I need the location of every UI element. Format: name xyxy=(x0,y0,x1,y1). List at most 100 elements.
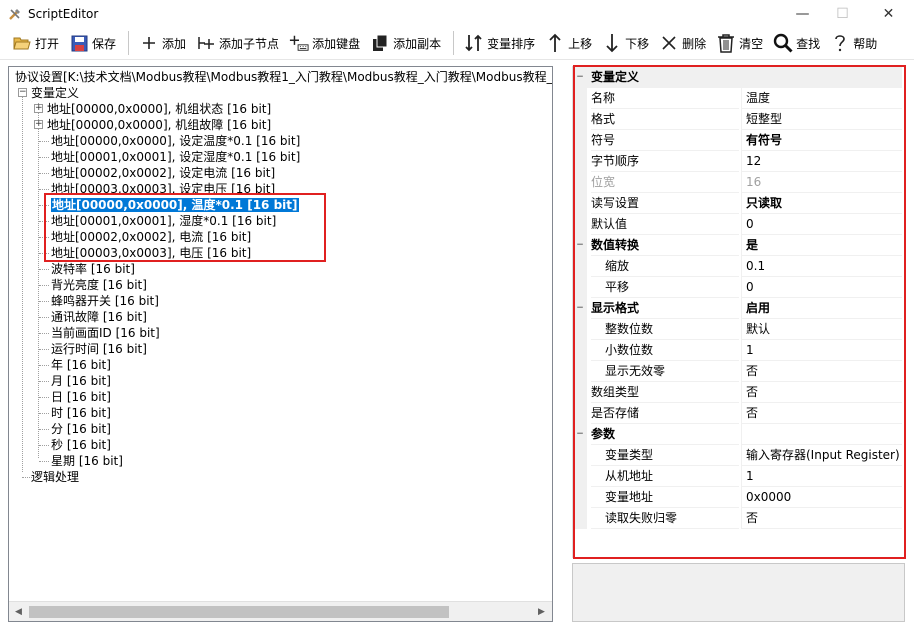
tree-connector xyxy=(39,461,49,462)
scrollbar-thumb[interactable] xyxy=(29,606,449,618)
tree-item-variable[interactable]: 地址[00002,0x0002], 设定电流 [16 bit] xyxy=(34,165,275,181)
tree-item-variable[interactable]: 年 [16 bit] xyxy=(34,357,111,373)
save-button[interactable]: 保存 xyxy=(65,29,120,57)
add-child-node-icon xyxy=(196,33,216,53)
tree-connector xyxy=(39,397,49,398)
search-icon xyxy=(773,33,793,53)
add-copy-label: 添加副本 xyxy=(393,36,442,51)
delete-label: 删除 xyxy=(682,36,707,51)
tree-connector xyxy=(39,317,49,318)
toolbar-separator xyxy=(453,31,455,55)
toolbar-separator xyxy=(128,31,130,55)
delete-button[interactable]: 删除 xyxy=(655,29,710,57)
move-down-button[interactable]: 下移 xyxy=(598,29,653,57)
tree-connector xyxy=(39,269,49,270)
tree-item-variable[interactable]: + 地址[00000,0x0000], 机组状态 [16 bit] xyxy=(34,101,271,117)
tree-item-label: 时 [16 bit] xyxy=(51,406,111,420)
plus-icon xyxy=(139,33,159,53)
sort-variables-button[interactable]: 变量排序 xyxy=(460,29,539,57)
tree-item-variable[interactable]: 时 [16 bit] xyxy=(34,405,111,421)
help-button[interactable]: 帮助 xyxy=(826,29,881,57)
tree-item-variable[interactable]: 地址[00001,0x0001], 设定湿度*0.1 [16 bit] xyxy=(34,149,300,165)
move-up-button[interactable]: 上移 xyxy=(541,29,596,57)
tree-item-label: 日 [16 bit] xyxy=(51,390,111,404)
open-label: 打开 xyxy=(35,36,60,51)
tree-item-variable[interactable]: 日 [16 bit] xyxy=(34,389,111,405)
clear-button[interactable]: 清空 xyxy=(712,29,767,57)
tree-item-variable[interactable]: 背光亮度 [16 bit] xyxy=(34,277,147,293)
tree-item-label: 波特率 [16 bit] xyxy=(51,262,135,276)
tree-item-variable[interactable]: 分 [16 bit] xyxy=(34,421,111,437)
tree-node-logic-processing[interactable]: 逻辑处理 xyxy=(18,469,79,485)
toolbar: 打开 保存 添加 添加子节点 添加键盘 添加副本 变量排序 上移 下移 删除 清… xyxy=(0,27,914,60)
add-child-node-label: 添加子节点 xyxy=(219,36,280,51)
variable-tree-panel[interactable]: 协议设置[K:\技术文档\Modbus教程\Modbus教程1_入门教程\Mod… xyxy=(8,66,553,622)
tree-item-variable[interactable]: 蜂鸣器开关 [16 bit] xyxy=(34,293,159,309)
move-down-label: 下移 xyxy=(625,36,650,51)
tree-item-variable[interactable]: + 地址[00000,0x0000], 机组故障 [16 bit] xyxy=(34,117,271,133)
arrow-up-icon xyxy=(545,33,565,53)
tree-connector xyxy=(22,477,32,478)
tree-node-variable-definitions[interactable]: − 变量定义 xyxy=(18,85,79,101)
scroll-right-icon[interactable]: ▶ xyxy=(533,602,550,621)
add-keyboard-icon xyxy=(289,33,309,53)
tree-item-label: 秒 [16 bit] xyxy=(51,438,111,452)
maximize-button[interactable]: ☐ xyxy=(820,0,865,27)
tree-item-label: 年 [16 bit] xyxy=(51,358,111,372)
scroll-left-icon[interactable]: ◀ xyxy=(10,602,27,621)
tree-item-variable[interactable]: 通讯故障 [16 bit] xyxy=(34,309,147,325)
open-folder-icon xyxy=(12,33,32,53)
horizontal-scrollbar[interactable]: ◀ ▶ xyxy=(9,601,552,621)
sort-variables-label: 变量排序 xyxy=(487,36,536,51)
tree-item-label: 背光亮度 [16 bit] xyxy=(51,278,147,292)
collapse-toggle-icon[interactable]: − xyxy=(18,88,27,97)
add-keyboard-label: 添加键盘 xyxy=(312,36,361,51)
find-button[interactable]: 查找 xyxy=(769,29,824,57)
window-title: ScriptEditor xyxy=(28,6,99,21)
tree-item-label: 月 [16 bit] xyxy=(51,374,111,388)
tree-item-variable[interactable]: 当前画面ID [16 bit] xyxy=(34,325,160,341)
tree-connector xyxy=(39,157,49,158)
tree-connector xyxy=(22,88,23,472)
expand-toggle-icon[interactable]: + xyxy=(34,104,43,113)
minimize-button[interactable]: — xyxy=(780,0,825,27)
highlight-box-properties xyxy=(573,65,906,559)
trash-icon xyxy=(716,33,736,53)
add-keyboard-button[interactable]: 添加键盘 xyxy=(285,29,364,57)
tree-item-label: 地址[00002,0x0002], 设定电流 [16 bit] xyxy=(51,166,276,180)
tree-node-label: 逻辑处理 xyxy=(31,470,80,484)
status-strip xyxy=(0,622,914,628)
add-child-node-button[interactable]: 添加子节点 xyxy=(192,29,283,57)
tree-item-label: 星期 [16 bit] xyxy=(51,454,123,468)
add-button[interactable]: 添加 xyxy=(135,29,190,57)
tree-item-label: 当前画面ID [16 bit] xyxy=(51,326,160,340)
expand-toggle-icon[interactable]: + xyxy=(34,120,43,129)
tree-item-variable[interactable]: 秒 [16 bit] xyxy=(34,437,111,453)
tree-item-variable[interactable]: 波特率 [16 bit] xyxy=(34,261,135,277)
tree-connector xyxy=(39,141,49,142)
close-button[interactable]: ✕ xyxy=(866,0,911,27)
save-label: 保存 xyxy=(92,36,117,51)
tree-connector xyxy=(39,285,49,286)
add-copy-button[interactable]: 添加副本 xyxy=(366,29,445,57)
tree-item-variable[interactable]: 地址[00000,0x0000], 设定温度*0.1 [16 bit] xyxy=(34,133,300,149)
save-disk-icon xyxy=(69,33,89,53)
tree-connector xyxy=(39,445,49,446)
tree-root-protocol-settings[interactable]: 协议设置[K:\技术文档\Modbus教程\Modbus教程1_入门教程\Mod… xyxy=(15,69,552,85)
tree-item-label: 地址[00000,0x0000], 机组状态 [16 bit] xyxy=(47,102,272,116)
tree-item-variable[interactable]: 星期 [16 bit] xyxy=(34,453,123,469)
open-button[interactable]: 打开 xyxy=(8,29,63,57)
title-bar: ScriptEditor — ☐ ✕ xyxy=(0,0,914,27)
tree-item-variable[interactable]: 运行时间 [16 bit] xyxy=(34,341,147,357)
tree-connector xyxy=(39,173,49,174)
clear-label: 清空 xyxy=(739,36,764,51)
tree-item-label: 运行时间 [16 bit] xyxy=(51,342,147,356)
tree-connector xyxy=(39,365,49,366)
tree-item-label: 地址[00000,0x0000], 机组故障 [16 bit] xyxy=(47,118,272,132)
arrow-down-icon xyxy=(602,33,622,53)
tree-item-label: 分 [16 bit] xyxy=(51,422,111,436)
app-tools-icon xyxy=(8,7,22,21)
tree-item-variable[interactable]: 月 [16 bit] xyxy=(34,373,111,389)
variable-tree: 协议设置[K:\技术文档\Modbus教程\Modbus教程1_入门教程\Mod… xyxy=(9,67,552,601)
tree-connector xyxy=(39,413,49,414)
